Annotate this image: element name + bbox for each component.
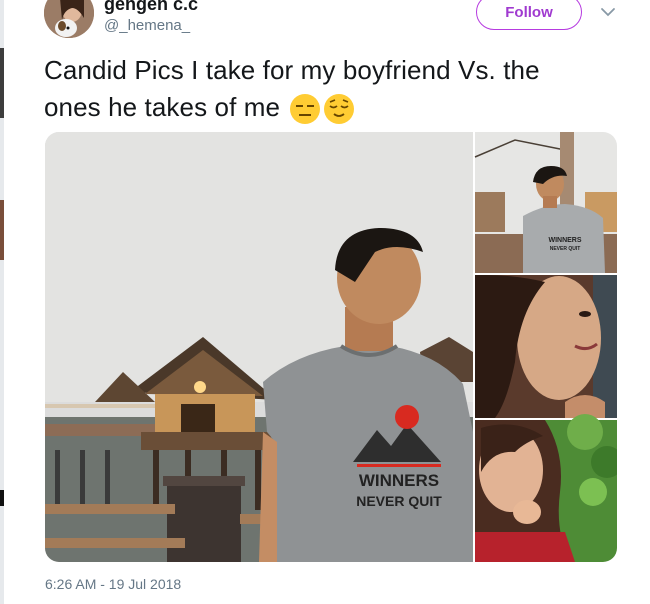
main-photo[interactable]: WINNERS NEVER QUIT bbox=[45, 132, 473, 562]
thumb-shirt-text-line2: NEVER QUIT bbox=[550, 246, 581, 252]
chevron-down-icon[interactable] bbox=[600, 6, 616, 18]
edge-mark bbox=[0, 48, 4, 118]
thumbnail-photo-3[interactable] bbox=[475, 414, 617, 562]
relieved-face-icon bbox=[324, 94, 355, 125]
media-divider bbox=[475, 273, 617, 275]
tweet-text-line2: ones he takes of me bbox=[44, 92, 281, 122]
edge-mark bbox=[0, 490, 4, 506]
avatar[interactable] bbox=[44, 0, 94, 38]
expressionless-face-icon bbox=[290, 94, 321, 125]
display-name[interactable]: gengen c.c bbox=[104, 0, 198, 15]
avatar-image bbox=[44, 0, 94, 38]
shirt-text-line1: WINNERS bbox=[359, 471, 439, 490]
tweet-text: Candid Pics I take for my boyfriend Vs. … bbox=[44, 52, 624, 126]
edge-mark bbox=[0, 200, 4, 260]
left-edge-strip bbox=[0, 0, 4, 604]
shirt-text-line2: NEVER QUIT bbox=[356, 493, 442, 509]
user-handle[interactable]: @_hemena_ bbox=[104, 17, 190, 34]
tweet-text-line1: Candid Pics I take for my boyfriend Vs. … bbox=[44, 55, 540, 85]
media-divider bbox=[473, 132, 475, 562]
follow-button[interactable]: Follow bbox=[476, 0, 582, 30]
thumb-shirt-text-line1: WINNERS bbox=[548, 237, 581, 244]
tweet-media[interactable]: WINNERS NEVER QUIT WINNERS NEVER QUIT bbox=[45, 132, 617, 562]
thumbnail-photo-2[interactable] bbox=[475, 275, 617, 418]
thumbnail-photo-1[interactable]: WINNERS NEVER QUIT bbox=[474, 132, 617, 273]
tweet-timestamp[interactable]: 6:26 AM - 19 Jul 2018 bbox=[45, 576, 181, 592]
